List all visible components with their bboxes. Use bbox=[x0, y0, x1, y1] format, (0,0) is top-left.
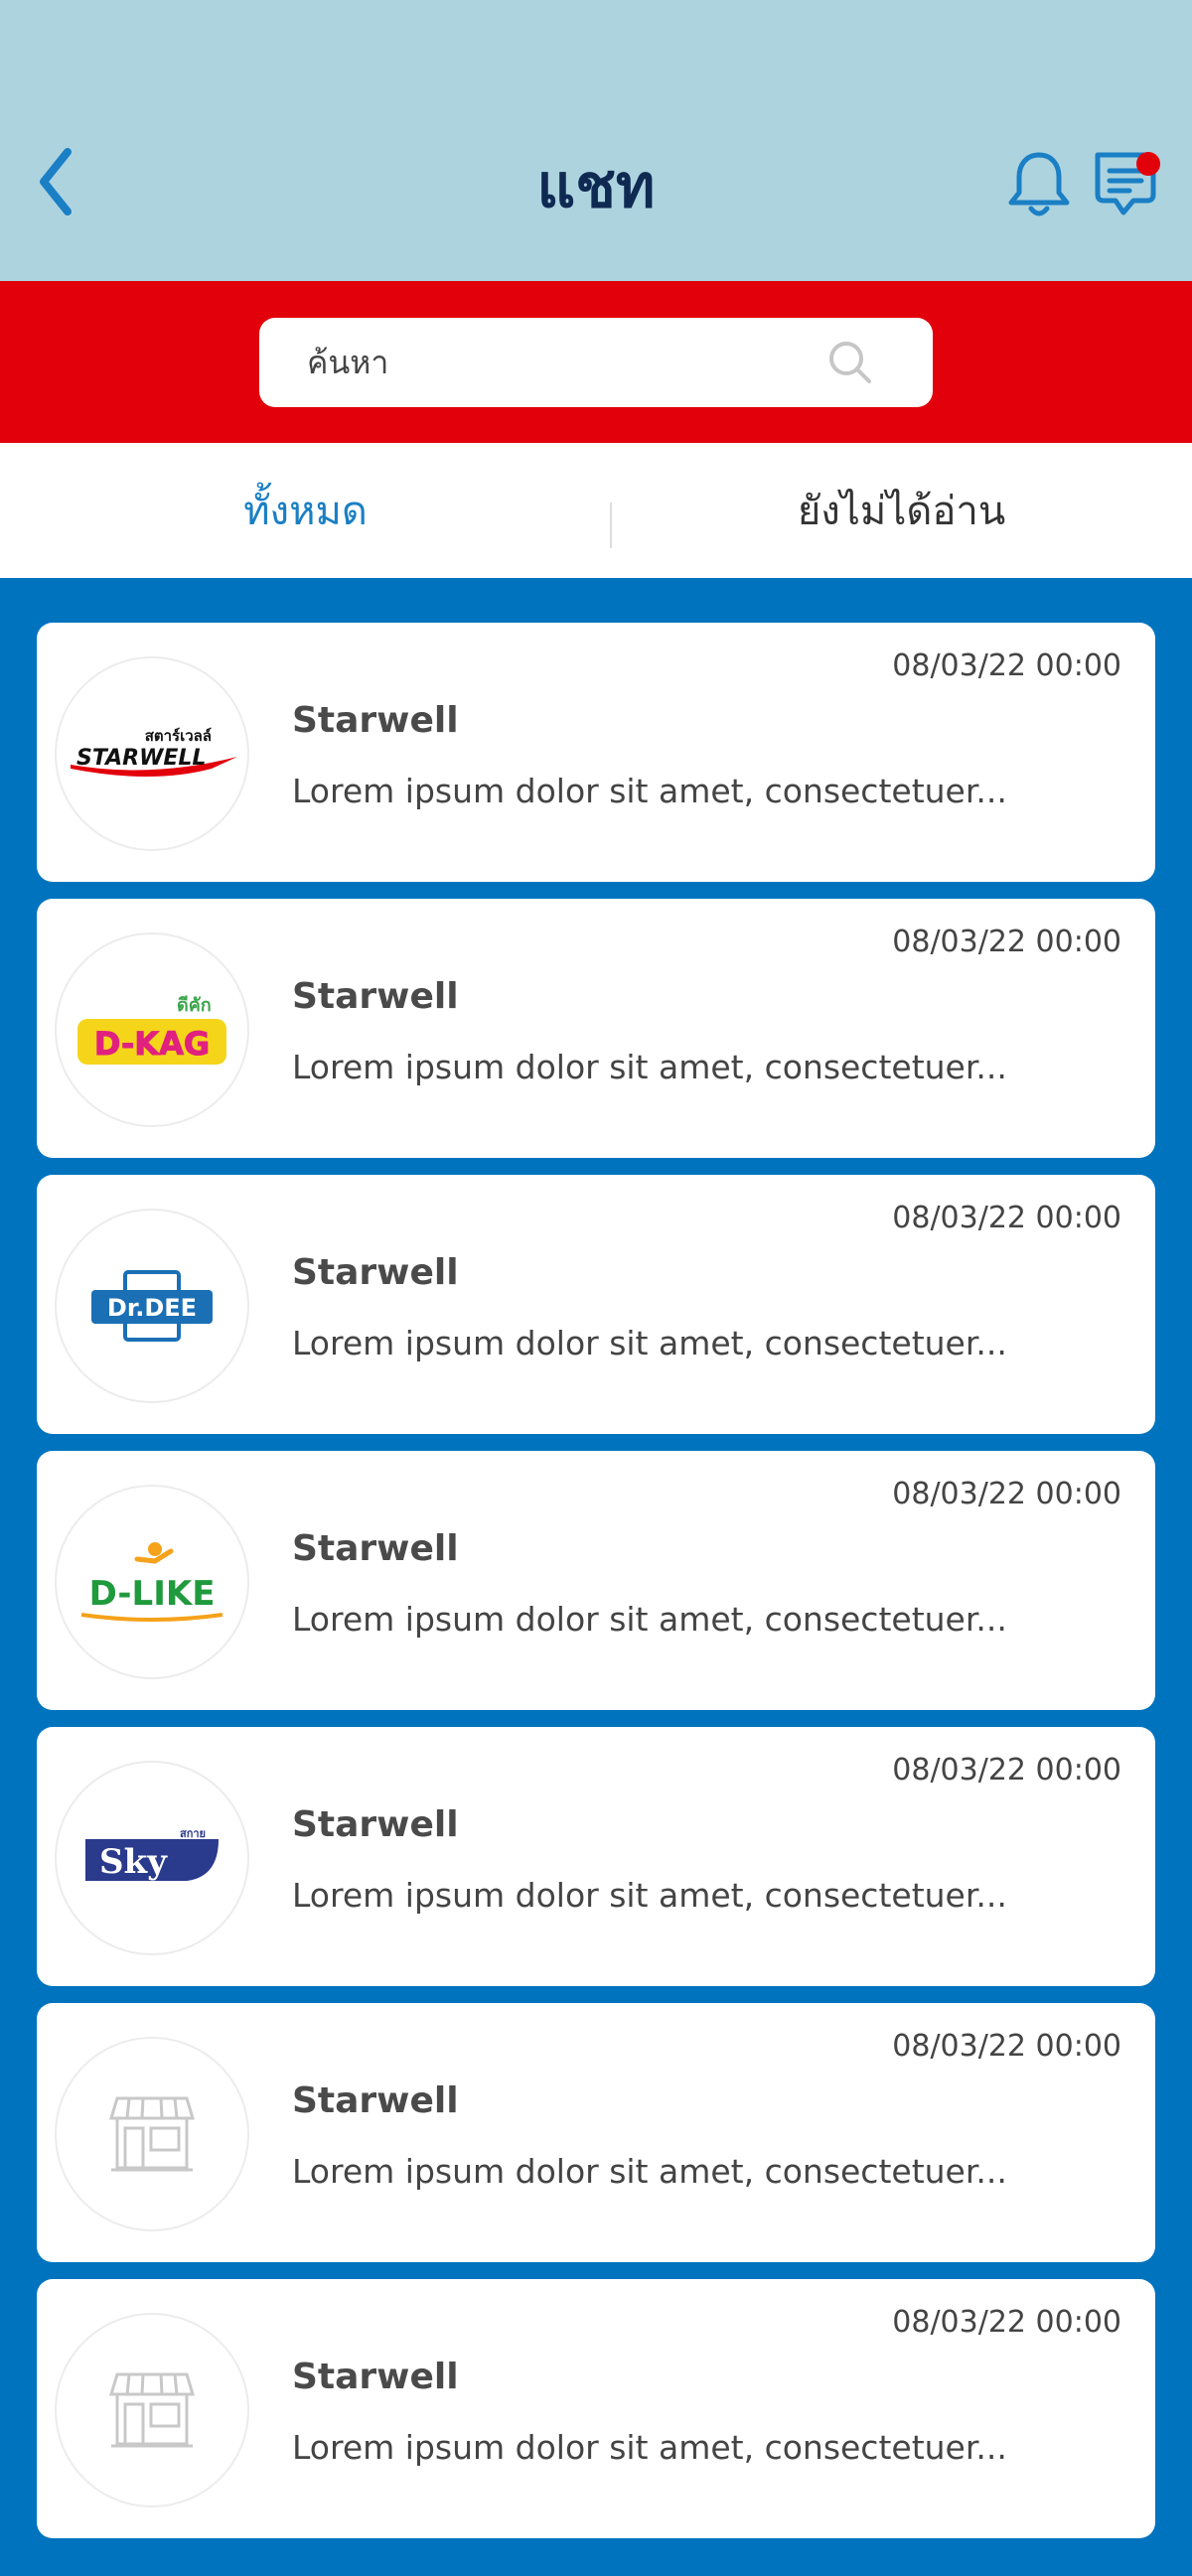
chat-item[interactable]: D-LIKE 08/03/22 00:00 Starwell Lorem ips… bbox=[37, 1451, 1155, 1710]
svg-text:Dr.DEE: Dr.DEE bbox=[107, 1294, 197, 1322]
avatar bbox=[55, 2313, 249, 2507]
chat-name: Starwell bbox=[292, 700, 459, 741]
chat-name: Starwell bbox=[292, 1252, 459, 1293]
chat-time: 08/03/22 00:00 bbox=[892, 1201, 1121, 1235]
chat-time: 08/03/22 00:00 bbox=[892, 2029, 1121, 2064]
notifications-button[interactable] bbox=[1006, 149, 1072, 220]
avatar: สตาร์เวลล์ STARWELL bbox=[55, 656, 249, 851]
sky-logo: สกาย Sky bbox=[85, 1827, 219, 1882]
d-like-logo: D-LIKE bbox=[80, 1542, 224, 1622]
svg-text:ดีคัก: ดีคัก bbox=[177, 995, 212, 1016]
starwell-logo: สตาร์เวลล์ STARWELL bbox=[71, 727, 237, 777]
chat-item[interactable]: 08/03/22 00:00 Starwell Lorem ipsum dolo… bbox=[37, 2003, 1155, 2262]
chat-item[interactable]: Dr.DEE 08/03/22 00:00 Starwell Lorem ips… bbox=[37, 1175, 1155, 1434]
bell-icon bbox=[1008, 152, 1070, 216]
chat-time: 08/03/22 00:00 bbox=[892, 2305, 1121, 2340]
unread-badge bbox=[1136, 152, 1160, 176]
chat-item[interactable]: สกาย Sky 08/03/22 00:00 Starwell Lorem i… bbox=[37, 1727, 1155, 1986]
tab-all[interactable]: ทั้งหมด bbox=[0, 443, 611, 578]
svg-text:สกาย: สกาย bbox=[180, 1827, 206, 1840]
chat-time: 08/03/22 00:00 bbox=[892, 648, 1121, 683]
app-header: แชท bbox=[0, 0, 1192, 281]
avatar: ดีคัก D-KAG bbox=[55, 932, 249, 1127]
chat-preview: Lorem ipsum dolor sit amet, consectetuer… bbox=[292, 1876, 1007, 1915]
avatar: สกาย Sky bbox=[55, 1761, 249, 1955]
chat-time: 08/03/22 00:00 bbox=[892, 1753, 1121, 1788]
svg-text:STARWELL: STARWELL bbox=[76, 746, 206, 771]
svg-text:D-LIKE: D-LIKE bbox=[89, 1574, 216, 1614]
svg-text:D-KAG: D-KAG bbox=[94, 1025, 210, 1063]
chat-name: Starwell bbox=[292, 976, 459, 1017]
chat-time: 08/03/22 00:00 bbox=[892, 925, 1121, 959]
avatar: D-LIKE bbox=[55, 1485, 249, 1679]
chat-tabs: ทั้งหมด ยังไม่ได้อ่าน bbox=[0, 443, 1192, 578]
dr-dee-logo: Dr.DEE bbox=[91, 1270, 213, 1342]
chat-preview: Lorem ipsum dolor sit amet, consectetuer… bbox=[292, 772, 1007, 810]
chat-preview: Lorem ipsum dolor sit amet, consectetuer… bbox=[292, 2152, 1007, 2191]
search-input[interactable] bbox=[307, 318, 823, 407]
chat-item[interactable]: 08/03/22 00:00 Starwell Lorem ipsum dolo… bbox=[37, 2279, 1155, 2538]
chat-item[interactable]: สตาร์เวลล์ STARWELL 08/03/22 00:00 Starw… bbox=[37, 623, 1155, 882]
chat-time: 08/03/22 00:00 bbox=[892, 1477, 1121, 1511]
d-kag-logo: ดีคัก D-KAG bbox=[77, 995, 226, 1065]
svg-text:สตาร์เวลล์: สตาร์เวลล์ bbox=[145, 727, 212, 745]
shop-placeholder-icon bbox=[108, 2372, 196, 2448]
avatar bbox=[55, 2037, 249, 2231]
chat-preview: Lorem ipsum dolor sit amet, consectetuer… bbox=[292, 1324, 1007, 1362]
chat-preview: Lorem ipsum dolor sit amet, consectetuer… bbox=[292, 2428, 1007, 2467]
chat-name: Starwell bbox=[292, 1528, 459, 1569]
chat-item[interactable]: ดีคัก D-KAG 08/03/22 00:00 Starwell Lore… bbox=[37, 899, 1155, 1158]
chat-name: Starwell bbox=[292, 2080, 459, 2121]
chat-name: Starwell bbox=[292, 2357, 459, 2397]
shop-placeholder-icon bbox=[108, 2096, 196, 2172]
avatar: Dr.DEE bbox=[55, 1209, 249, 1403]
tab-unread[interactable]: ยังไม่ได้อ่าน bbox=[611, 443, 1192, 578]
chat-name: Starwell bbox=[292, 1804, 459, 1845]
chat-preview: Lorem ipsum dolor sit amet, consectetuer… bbox=[292, 1048, 1007, 1086]
svg-text:Sky: Sky bbox=[99, 1842, 168, 1882]
chat-preview: Lorem ipsum dolor sit amet, consectetuer… bbox=[292, 1600, 1007, 1639]
search-box[interactable] bbox=[259, 318, 933, 407]
search-icon[interactable] bbox=[825, 338, 875, 387]
